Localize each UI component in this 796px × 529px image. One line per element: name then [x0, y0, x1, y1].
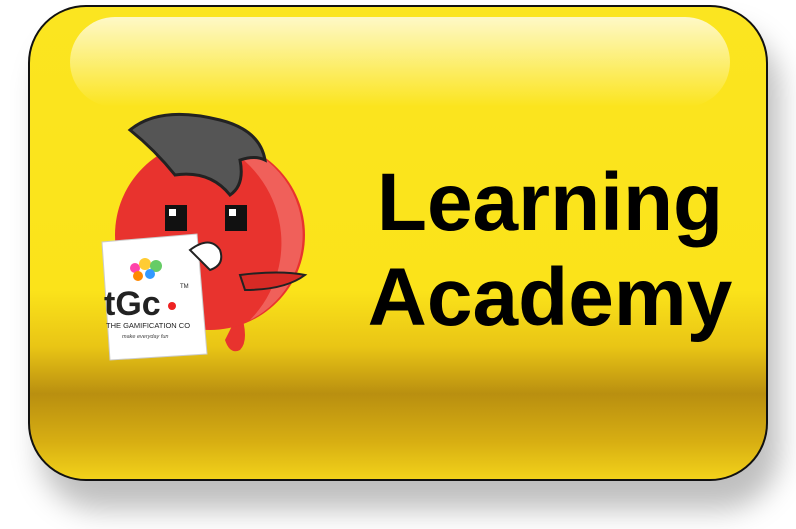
title-line-2: Academy — [367, 252, 733, 343]
mascot-illustration: tGc TM THE GAMIFICATION CO make everyday… — [101, 112, 308, 361]
logo-name: THE GAMIFICATION CO — [106, 321, 190, 330]
gloss-highlight — [70, 17, 730, 107]
logo-mark: tGc — [104, 285, 161, 323]
title-line-1: Learning — [376, 157, 724, 248]
logo-trademark: TM — [180, 284, 189, 290]
logo-tagline: make everyday fun — [122, 334, 168, 340]
